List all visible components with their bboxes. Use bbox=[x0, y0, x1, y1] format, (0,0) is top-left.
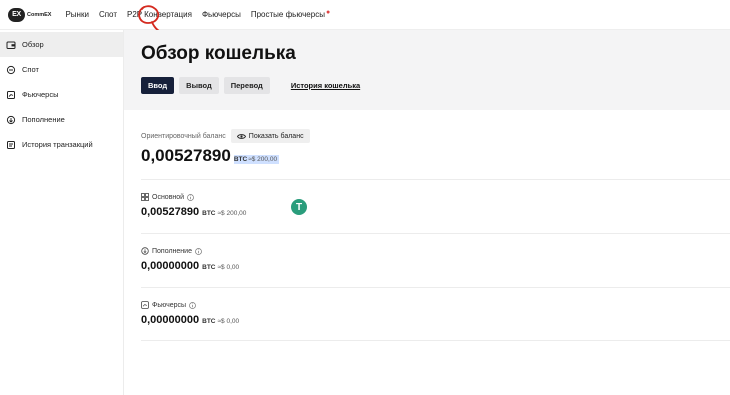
tether-icon: T bbox=[291, 199, 307, 215]
total-balance: 0,00527890 BTC ≈$ 200,00 bbox=[141, 146, 280, 166]
sidebar-item-futures[interactable]: Фьючерсы bbox=[0, 82, 123, 107]
divider bbox=[141, 233, 730, 234]
nav-p2p[interactable]: P2P bbox=[127, 10, 142, 19]
sidebar-item-deposit[interactable]: Пополнение bbox=[0, 107, 123, 132]
nav-simple-futures-label: Простые фьючерсы bbox=[250, 10, 325, 19]
account-usd: ≈$ 200,00 bbox=[217, 210, 247, 217]
estimated-balance-row: Ориентировочный баланс Показать баланс bbox=[141, 129, 310, 143]
account-value: 0,00000000 bbox=[141, 260, 200, 272]
info-icon[interactable] bbox=[189, 301, 196, 309]
divider bbox=[141, 287, 730, 288]
sidebar: Обзор Спот Фьючерсы Пополнение История т… bbox=[0, 30, 124, 395]
divider bbox=[141, 340, 730, 341]
eye-icon bbox=[236, 133, 246, 139]
account-value: 0,00527890 bbox=[141, 206, 200, 218]
new-badge-dot: ● bbox=[325, 9, 331, 16]
account-deposit[interactable]: Пополнение 0,00000000 BTC ≈$ 0,00 bbox=[141, 247, 239, 272]
sidebar-item-label: История транзакций bbox=[22, 140, 93, 149]
account-name: Основной bbox=[152, 193, 185, 201]
sidebar-item-label: Обзор bbox=[22, 40, 44, 49]
sidebar-item-spot[interactable]: Спот bbox=[0, 57, 123, 82]
top-navbar: EX CommEX Рынки Спот P2P Конвертация Фью… bbox=[0, 0, 730, 30]
show-balance-label: Показать баланс bbox=[248, 132, 304, 140]
sidebar-item-label: Спот bbox=[22, 65, 39, 74]
logo-mark: EX bbox=[8, 7, 25, 22]
account-usd: ≈$ 0,00 bbox=[217, 318, 240, 325]
total-balance-usd: ≈$ 200,00 bbox=[247, 155, 280, 164]
nav-markets[interactable]: Рынки bbox=[65, 10, 88, 19]
account-unit: BTC bbox=[202, 264, 216, 271]
page-title: Обзор кошелька bbox=[141, 43, 296, 64]
nav-convert[interactable]: Конвертация bbox=[144, 10, 192, 19]
account-name: Пополнение bbox=[152, 247, 192, 255]
account-name: Фьючерсы bbox=[152, 301, 187, 309]
main-account-icon bbox=[141, 193, 149, 201]
account-value: 0,00000000 bbox=[141, 314, 200, 326]
main-content: Обзор кошелька Ввод Вывод Перевод Истори… bbox=[124, 30, 730, 395]
info-icon[interactable] bbox=[187, 193, 194, 201]
sidebar-item-overview[interactable]: Обзор bbox=[0, 32, 123, 57]
nav-spot[interactable]: Спот bbox=[99, 10, 117, 19]
wallet-icon bbox=[6, 40, 16, 50]
tab-withdraw[interactable]: Вывод bbox=[179, 77, 219, 94]
tab-deposit[interactable]: Ввод bbox=[141, 77, 175, 94]
wallet-tabs: Ввод Вывод Перевод История кошелька bbox=[141, 77, 360, 94]
nav-futures[interactable]: Фьючерсы bbox=[202, 10, 241, 19]
logo-text: CommEX bbox=[27, 11, 52, 18]
futures-account-icon bbox=[141, 301, 149, 309]
account-main[interactable]: Основной 0,00527890 BTC ≈$ 200,00 bbox=[141, 193, 246, 218]
divider bbox=[141, 179, 730, 180]
account-unit: BTC bbox=[202, 210, 216, 217]
sidebar-item-label: Фьючерсы bbox=[22, 90, 59, 99]
header-band bbox=[124, 30, 730, 110]
futures-icon bbox=[6, 90, 16, 100]
total-balance-value: 0,00527890 bbox=[141, 146, 231, 165]
total-balance-unit: BTC bbox=[233, 155, 248, 164]
wallet-history-link[interactable]: История кошелька bbox=[291, 81, 360, 90]
nav-simple-futures[interactable]: Простые фьючерсы● bbox=[250, 9, 331, 19]
spot-icon bbox=[6, 65, 16, 75]
tab-transfer[interactable]: Перевод bbox=[223, 77, 270, 94]
show-balance-button[interactable]: Показать баланс bbox=[230, 129, 310, 143]
sidebar-item-history[interactable]: История транзакций bbox=[0, 132, 123, 157]
history-icon bbox=[6, 140, 16, 150]
deposit-account-icon bbox=[141, 247, 149, 255]
sidebar-item-label: Пополнение bbox=[22, 115, 65, 124]
info-icon[interactable] bbox=[195, 247, 202, 255]
account-unit: BTC bbox=[202, 318, 216, 325]
account-usd: ≈$ 0,00 bbox=[217, 264, 240, 271]
deposit-icon bbox=[6, 115, 16, 125]
logo[interactable]: EX CommEX bbox=[8, 7, 52, 22]
account-futures[interactable]: Фьючерсы 0,00000000 BTC ≈$ 0,00 bbox=[141, 301, 239, 326]
estimated-balance-label: Ориентировочный баланс bbox=[141, 132, 226, 140]
